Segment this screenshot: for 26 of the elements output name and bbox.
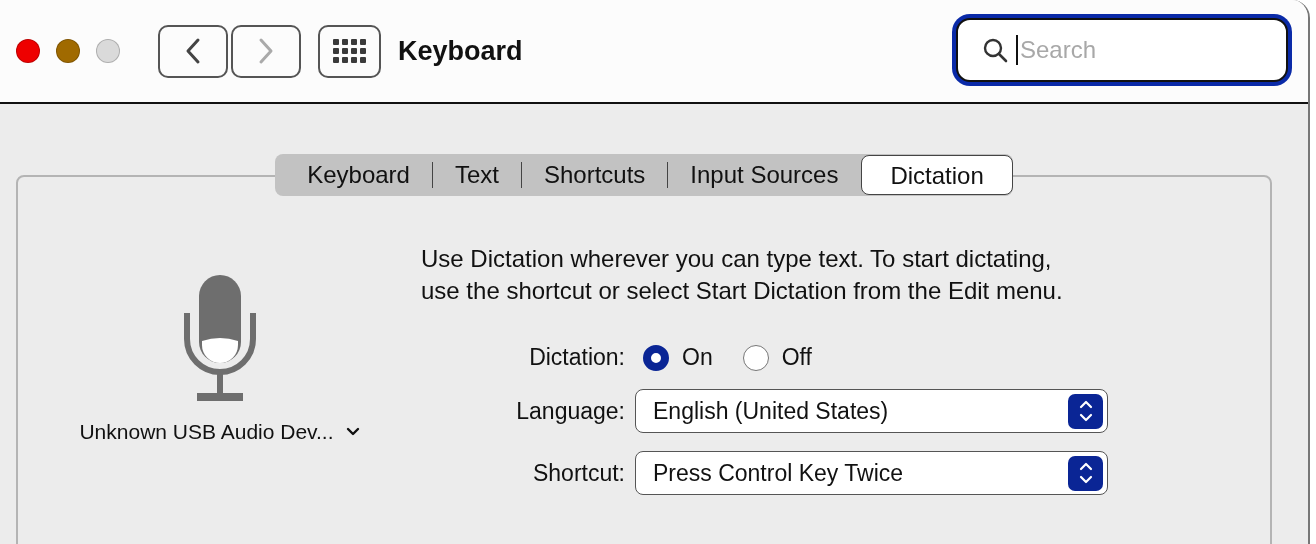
window-title: Keyboard xyxy=(398,35,523,67)
device-menu[interactable]: Unknown USB Audio Dev... xyxy=(79,420,360,444)
search-icon xyxy=(982,37,1008,63)
microphone-icon xyxy=(182,275,257,403)
tab[interactable]: Text xyxy=(432,162,522,188)
show-all-button[interactable] xyxy=(318,24,381,78)
field-label: Language: xyxy=(515,397,625,425)
tab[interactable]: Keyboard xyxy=(285,162,433,188)
up-down-arrows-icon xyxy=(1077,398,1094,424)
popup-menu[interactable]: Press Control Key Twice xyxy=(635,451,1108,495)
grid-icon xyxy=(333,39,366,63)
back-button[interactable] xyxy=(158,24,228,78)
chevron-down-icon xyxy=(345,427,360,437)
tab[interactable]: Shortcuts xyxy=(521,162,669,188)
field-label: Dictation: xyxy=(528,344,625,371)
tab[interactable]: Dictation xyxy=(861,155,1013,195)
field-label: Shortcut: xyxy=(531,459,625,487)
minimize-button[interactable] xyxy=(56,39,80,63)
popup-menu[interactable]: English (United States) xyxy=(635,389,1108,433)
description-text: Use Dictation wherever you can type text. To start dictating, use the shortcut or select Start Dictation from the Edit menu. xyxy=(421,244,1064,306)
search-input[interactable]: Search xyxy=(1016,35,1256,65)
tab[interactable]: Input Sources xyxy=(668,162,862,188)
radio-button[interactable]: Off xyxy=(742,344,812,371)
up-down-arrows-icon xyxy=(1077,460,1094,486)
close-button[interactable] xyxy=(16,39,40,63)
radio-button[interactable]: On xyxy=(643,344,713,371)
